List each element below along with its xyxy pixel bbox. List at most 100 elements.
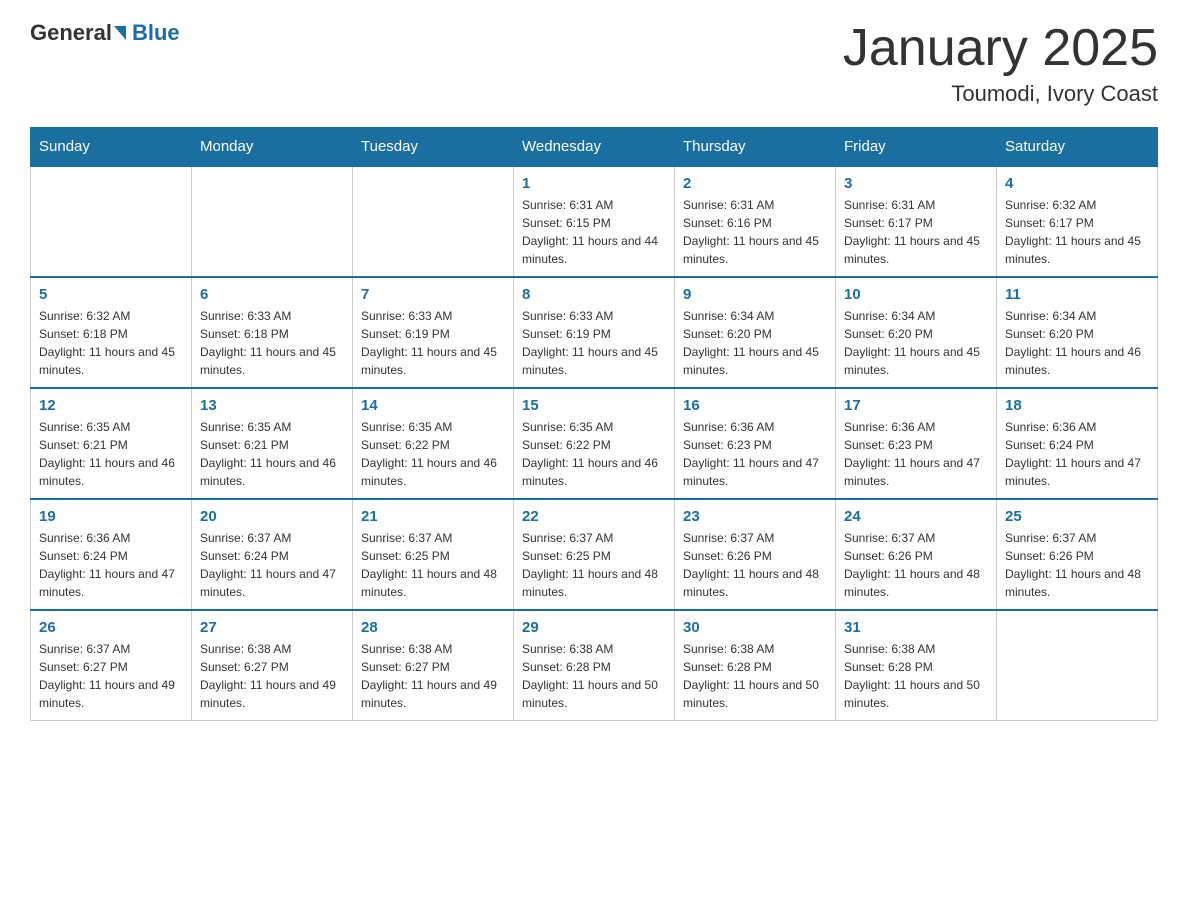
calendar-cell-4-3: 29 Sunrise: 6:38 AMSunset: 6:28 PMDayligh… <box>514 610 675 721</box>
day-info: Sunrise: 6:37 AMSunset: 6:25 PMDaylight:… <box>522 529 666 601</box>
day-info: Sunrise: 6:37 AMSunset: 6:26 PMDaylight:… <box>1005 529 1149 601</box>
logo-arrow-icon <box>114 26 126 40</box>
day-number: 26 <box>39 619 183 636</box>
day-info: Sunrise: 6:37 AMSunset: 6:26 PMDaylight:… <box>844 529 988 601</box>
calendar-cell-1-6: 11 Sunrise: 6:34 AMSunset: 6:20 PMDayligh… <box>997 277 1158 388</box>
day-info: Sunrise: 6:32 AMSunset: 6:18 PMDaylight:… <box>39 307 183 379</box>
day-number: 19 <box>39 508 183 525</box>
day-info: Sunrise: 6:38 AMSunset: 6:28 PMDaylight:… <box>844 640 988 712</box>
day-info: Sunrise: 6:33 AMSunset: 6:19 PMDaylight:… <box>361 307 505 379</box>
day-info: Sunrise: 6:36 AMSunset: 6:23 PMDaylight:… <box>683 418 827 490</box>
calendar-cell-3-1: 20 Sunrise: 6:37 AMSunset: 6:24 PMDayligh… <box>192 499 353 610</box>
header-sunday: Sunday <box>31 128 192 167</box>
day-number: 22 <box>522 508 666 525</box>
day-number: 8 <box>522 286 666 303</box>
calendar-cell-2-3: 15 Sunrise: 6:35 AMSunset: 6:22 PMDayligh… <box>514 388 675 499</box>
day-number: 9 <box>683 286 827 303</box>
calendar-cell-3-4: 23 Sunrise: 6:37 AMSunset: 6:26 PMDayligh… <box>675 499 836 610</box>
calendar-cell-2-4: 16Sunrise: 6:36 AMSunset: 6:23 PMDayligh… <box>675 388 836 499</box>
logo-general-text: General <box>30 20 112 46</box>
day-number: 24 <box>844 508 988 525</box>
day-info: Sunrise: 6:34 AMSunset: 6:20 PMDaylight:… <box>844 307 988 379</box>
week-row-1: 1 Sunrise: 6:31 AMSunset: 6:15 PMDaylight… <box>31 166 1158 277</box>
day-number: 13 <box>200 397 344 414</box>
header-wednesday: Wednesday <box>514 128 675 167</box>
week-row-4: 19 Sunrise: 6:36 AMSunset: 6:24 PMDayligh… <box>31 499 1158 610</box>
calendar-cell-4-4: 30 Sunrise: 6:38 AMSunset: 6:28 PMDayligh… <box>675 610 836 721</box>
day-info: Sunrise: 6:38 AMSunset: 6:28 PMDaylight:… <box>683 640 827 712</box>
day-info: Sunrise: 6:33 AMSunset: 6:19 PMDaylight:… <box>522 307 666 379</box>
calendar-cell-4-5: 31 Sunrise: 6:38 AMSunset: 6:28 PMDayligh… <box>836 610 997 721</box>
day-info: Sunrise: 6:35 AMSunset: 6:21 PMDaylight:… <box>39 418 183 490</box>
location-title: Toumodi, Ivory Coast <box>843 81 1158 107</box>
logo-blue-text: Blue <box>132 20 180 46</box>
day-info: Sunrise: 6:38 AMSunset: 6:28 PMDaylight:… <box>522 640 666 712</box>
calendar-cell-4-2: 28Sunrise: 6:38 AMSunset: 6:27 PMDayligh… <box>353 610 514 721</box>
day-number: 10 <box>844 286 988 303</box>
calendar-cell-3-0: 19 Sunrise: 6:36 AMSunset: 6:24 PMDayligh… <box>31 499 192 610</box>
day-info: Sunrise: 6:35 AMSunset: 6:22 PMDaylight:… <box>361 418 505 490</box>
day-info: Sunrise: 6:31 AMSunset: 6:15 PMDaylight:… <box>522 196 666 268</box>
header-friday: Friday <box>836 128 997 167</box>
calendar-cell-3-3: 22 Sunrise: 6:37 AMSunset: 6:25 PMDayligh… <box>514 499 675 610</box>
calendar-cell-0-0 <box>31 166 192 277</box>
day-number: 7 <box>361 286 505 303</box>
day-info: Sunrise: 6:38 AMSunset: 6:27 PMDaylight:… <box>361 640 505 712</box>
day-number: 1 <box>522 175 666 192</box>
day-number: 2 <box>683 175 827 192</box>
day-info: Sunrise: 6:38 AMSunset: 6:27 PMDaylight:… <box>200 640 344 712</box>
day-number: 15 <box>522 397 666 414</box>
title-block: January 2025 Toumodi, Ivory Coast <box>843 20 1158 107</box>
day-number: 11 <box>1005 286 1149 303</box>
day-number: 23 <box>683 508 827 525</box>
calendar-cell-2-5: 17 Sunrise: 6:36 AMSunset: 6:23 PMDayligh… <box>836 388 997 499</box>
day-info: Sunrise: 6:37 AMSunset: 6:24 PMDaylight:… <box>200 529 344 601</box>
day-number: 21 <box>361 508 505 525</box>
day-info: Sunrise: 6:31 AMSunset: 6:17 PMDaylight:… <box>844 196 988 268</box>
calendar-cell-0-5: 3Sunrise: 6:31 AMSunset: 6:17 PMDaylight… <box>836 166 997 277</box>
day-number: 30 <box>683 619 827 636</box>
day-info: Sunrise: 6:33 AMSunset: 6:18 PMDaylight:… <box>200 307 344 379</box>
week-row-5: 26 Sunrise: 6:37 AMSunset: 6:27 PMDayligh… <box>31 610 1158 721</box>
month-title: January 2025 <box>843 20 1158 77</box>
day-info: Sunrise: 6:32 AMSunset: 6:17 PMDaylight:… <box>1005 196 1149 268</box>
day-number: 31 <box>844 619 988 636</box>
header-tuesday: Tuesday <box>353 128 514 167</box>
day-info: Sunrise: 6:36 AMSunset: 6:24 PMDaylight:… <box>1005 418 1149 490</box>
calendar-cell-4-6 <box>997 610 1158 721</box>
day-number: 20 <box>200 508 344 525</box>
calendar-cell-0-4: 2Sunrise: 6:31 AMSunset: 6:16 PMDaylight… <box>675 166 836 277</box>
day-info: Sunrise: 6:34 AMSunset: 6:20 PMDaylight:… <box>1005 307 1149 379</box>
day-info: Sunrise: 6:35 AMSunset: 6:22 PMDaylight:… <box>522 418 666 490</box>
day-number: 17 <box>844 397 988 414</box>
calendar-cell-1-4: 9Sunrise: 6:34 AMSunset: 6:20 PMDaylight… <box>675 277 836 388</box>
header-thursday: Thursday <box>675 128 836 167</box>
day-info: Sunrise: 6:35 AMSunset: 6:21 PMDaylight:… <box>200 418 344 490</box>
calendar-cell-4-1: 27 Sunrise: 6:38 AMSunset: 6:27 PMDayligh… <box>192 610 353 721</box>
calendar-cell-2-0: 12 Sunrise: 6:35 AMSunset: 6:21 PMDayligh… <box>31 388 192 499</box>
calendar-cell-2-6: 18 Sunrise: 6:36 AMSunset: 6:24 PMDayligh… <box>997 388 1158 499</box>
day-number: 29 <box>522 619 666 636</box>
day-info: Sunrise: 6:37 AMSunset: 6:25 PMDaylight:… <box>361 529 505 601</box>
day-info: Sunrise: 6:37 AMSunset: 6:27 PMDaylight:… <box>39 640 183 712</box>
calendar-cell-1-3: 8 Sunrise: 6:33 AMSunset: 6:19 PMDaylight… <box>514 277 675 388</box>
calendar-cell-4-0: 26 Sunrise: 6:37 AMSunset: 6:27 PMDayligh… <box>31 610 192 721</box>
day-info: Sunrise: 6:37 AMSunset: 6:26 PMDaylight:… <box>683 529 827 601</box>
calendar-cell-0-2 <box>353 166 514 277</box>
day-number: 5 <box>39 286 183 303</box>
calendar-cell-1-2: 7 Sunrise: 6:33 AMSunset: 6:19 PMDaylight… <box>353 277 514 388</box>
calendar-cell-3-5: 24 Sunrise: 6:37 AMSunset: 6:26 PMDayligh… <box>836 499 997 610</box>
day-number: 27 <box>200 619 344 636</box>
calendar-cell-0-1 <box>192 166 353 277</box>
week-row-2: 5 Sunrise: 6:32 AMSunset: 6:18 PMDaylight… <box>31 277 1158 388</box>
day-number: 12 <box>39 397 183 414</box>
day-number: 6 <box>200 286 344 303</box>
day-info: Sunrise: 6:36 AMSunset: 6:23 PMDaylight:… <box>844 418 988 490</box>
day-info: Sunrise: 6:36 AMSunset: 6:24 PMDaylight:… <box>39 529 183 601</box>
calendar-cell-3-2: 21 Sunrise: 6:37 AMSunset: 6:25 PMDayligh… <box>353 499 514 610</box>
calendar-cell-1-0: 5 Sunrise: 6:32 AMSunset: 6:18 PMDaylight… <box>31 277 192 388</box>
day-number: 25 <box>1005 508 1149 525</box>
calendar-cell-1-5: 10 Sunrise: 6:34 AMSunset: 6:20 PMDayligh… <box>836 277 997 388</box>
day-number: 18 <box>1005 397 1149 414</box>
calendar-cell-0-6: 4Sunrise: 6:32 AMSunset: 6:17 PMDaylight… <box>997 166 1158 277</box>
